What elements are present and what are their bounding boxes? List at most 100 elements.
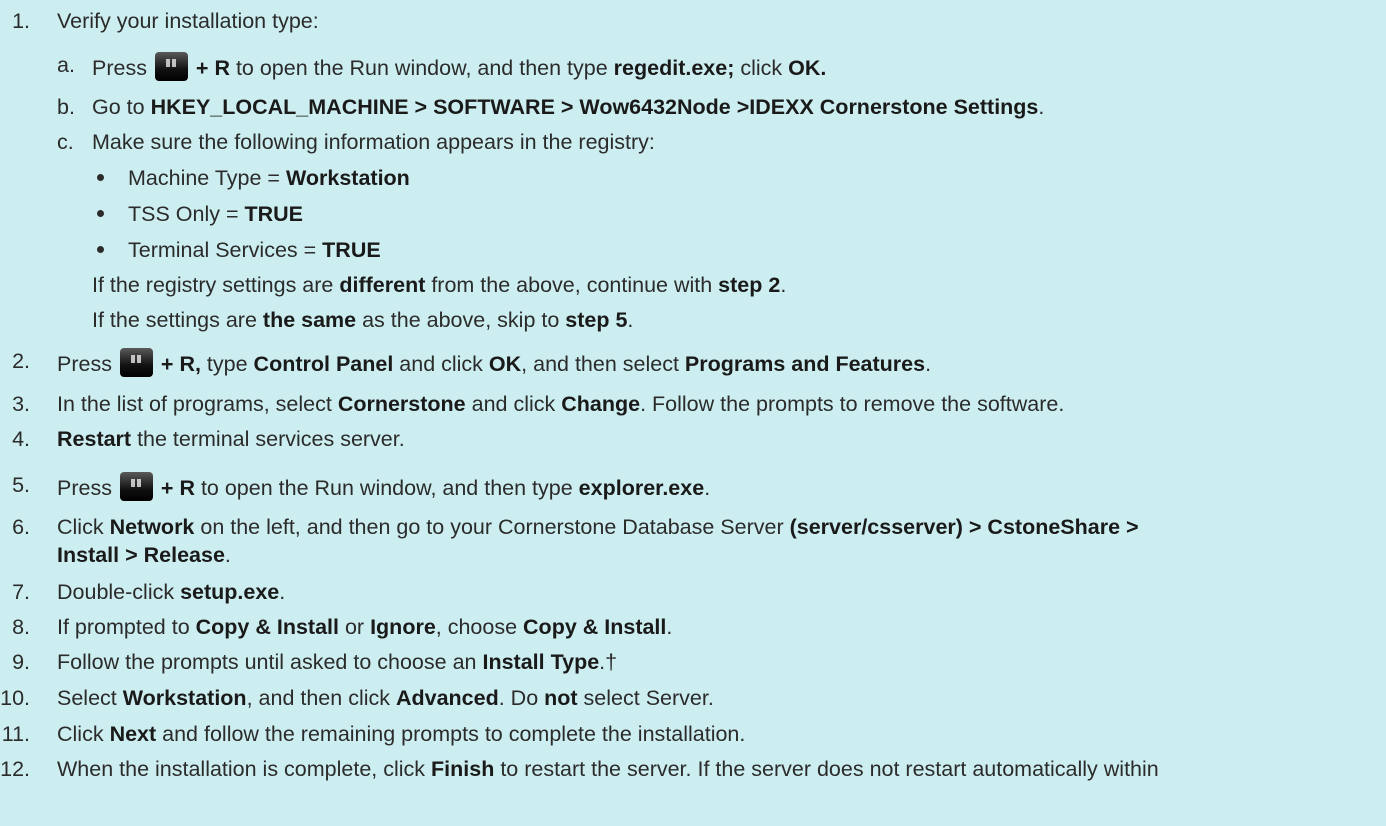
text: to open the Run window, and then type: [229, 56, 614, 80]
bold-text: (server/csserver) > CstoneShare >: [789, 515, 1139, 539]
text: , and then select: [521, 352, 685, 376]
bold-text: step 2: [718, 273, 781, 297]
text: If the registry settings are: [92, 273, 340, 297]
step-text: Click Next and follow the remaining prom…: [57, 721, 745, 747]
bold-text: + R: [189, 56, 230, 80]
bold-text: Advanced: [395, 686, 499, 710]
text: Follow the prompts until asked to choose…: [57, 650, 483, 674]
text: Press: [92, 56, 153, 80]
text: as the above, skip to: [356, 308, 566, 332]
bold-text: + R,: [154, 352, 201, 376]
text: . Do: [498, 686, 545, 710]
text: .: [1038, 95, 1045, 119]
step-number: 4.: [12, 427, 30, 451]
step-number: 2.: [12, 349, 30, 373]
text: .: [704, 476, 711, 500]
step-number: 11.: [1, 722, 30, 746]
bold-text: step 5: [565, 308, 628, 332]
text: .: [224, 543, 231, 567]
bold-text: TRUE: [322, 238, 381, 262]
bold-text: different: [339, 273, 426, 297]
text: .: [925, 352, 932, 376]
bullet-machine-type: Machine Type = Workstation: [97, 165, 410, 191]
bold-text: setup.exe: [180, 580, 280, 604]
text: When the installation is complete, click: [57, 757, 432, 781]
text: Press: [57, 352, 118, 376]
bullet-dot-icon: [97, 246, 104, 253]
step-number: 3.: [12, 392, 30, 416]
bold-text: Workstation: [122, 686, 247, 710]
text: .: [666, 615, 673, 639]
step-number: 12.: [0, 757, 30, 781]
text: Terminal Services =: [128, 238, 323, 262]
text: Select: [57, 686, 123, 710]
substep-letter: a.: [57, 53, 75, 77]
bold-text: Control Panel: [253, 352, 394, 376]
text: . Follow the prompts to remove the softw…: [640, 392, 1065, 416]
text: and click: [465, 392, 562, 416]
substep-text: Make sure the following information appe…: [92, 129, 655, 155]
bullet-text: TSS Only = TRUE: [128, 202, 303, 226]
text: Double-click: [57, 580, 181, 604]
text: If prompted to: [57, 615, 196, 639]
bullet-terminal-services: Terminal Services = TRUE: [97, 237, 381, 263]
bullet-text: Machine Type = Workstation: [128, 166, 410, 190]
text: .: [780, 273, 787, 297]
text: In the list of programs, select: [57, 392, 338, 416]
step-6-continued: Install > Release.: [57, 542, 231, 568]
bold-text: explorer.exe: [578, 476, 705, 500]
bold-text: OK.: [788, 56, 827, 80]
bold-text: not: [544, 686, 578, 710]
step-text: Click Network on the left, and then go t…: [57, 514, 1139, 540]
step-text: When the installation is complete, click…: [57, 756, 1159, 782]
instructions-document: 1. Verify your installation type: a. Pre…: [0, 0, 1386, 826]
note-same: If the settings are the same as the abov…: [92, 307, 633, 333]
text: .: [279, 580, 286, 604]
text: If the settings are: [92, 308, 263, 332]
bold-text: Network: [109, 515, 195, 539]
text: Verify your installation type:: [57, 9, 319, 33]
substep-text: Go to HKEY_LOCAL_MACHINE > SOFTWARE > Wo…: [92, 94, 1044, 120]
step-text: If prompted to Copy & Install or Ignore,…: [57, 614, 672, 640]
bold-text: + R: [154, 476, 195, 500]
step-text: In the list of programs, select Cornerst…: [57, 391, 1064, 417]
text: Click: [57, 515, 110, 539]
bold-text: Cornerstone: [337, 392, 466, 416]
text: Go to: [92, 95, 151, 119]
step-number: 1.: [12, 9, 30, 33]
windows-key-icon: [119, 348, 153, 377]
substep-letter: b.: [57, 95, 75, 119]
note-different: If the registry settings are different f…: [92, 272, 786, 298]
bullet-tss-only: TSS Only = TRUE: [97, 201, 303, 227]
bold-text: Finish: [431, 757, 495, 781]
bold-text: Install Type: [482, 650, 600, 674]
text: to open the Run window, and then type: [194, 476, 579, 500]
bold-text: Restart: [57, 427, 132, 451]
text: and click: [393, 352, 489, 376]
text: , choose: [435, 615, 524, 639]
bold-text: TRUE: [244, 202, 304, 226]
step-text: Select Workstation, and then click Advan…: [57, 685, 714, 711]
text: .†: [599, 650, 618, 674]
bullet-text: Terminal Services = TRUE: [128, 238, 381, 262]
text: Press: [57, 476, 118, 500]
step-number: 6.: [12, 515, 30, 539]
bold-text: Change: [561, 392, 641, 416]
bullet-dot-icon: [97, 174, 104, 181]
step-number: 8.: [12, 615, 30, 639]
text: the terminal services server.: [131, 427, 405, 451]
text: on the left, and then go to your Corners…: [194, 515, 790, 539]
bullet-dot-icon: [97, 210, 104, 217]
bold-text: Copy & Install: [195, 615, 339, 639]
bold-text: HKEY_LOCAL_MACHINE > SOFTWARE > Wow6432N…: [150, 95, 1039, 119]
text: or: [339, 615, 371, 639]
bold-text: Ignore: [370, 615, 436, 639]
step-text: Double-click setup.exe.: [57, 579, 285, 605]
bold-text: OK: [488, 352, 522, 376]
bold-text: Install > Release: [57, 543, 225, 567]
text: select Server.: [577, 686, 714, 710]
text: click: [734, 56, 789, 80]
windows-key-icon: [154, 52, 188, 81]
step-text: Follow the prompts until asked to choose…: [57, 649, 617, 675]
text: from the above, continue with: [425, 273, 719, 297]
